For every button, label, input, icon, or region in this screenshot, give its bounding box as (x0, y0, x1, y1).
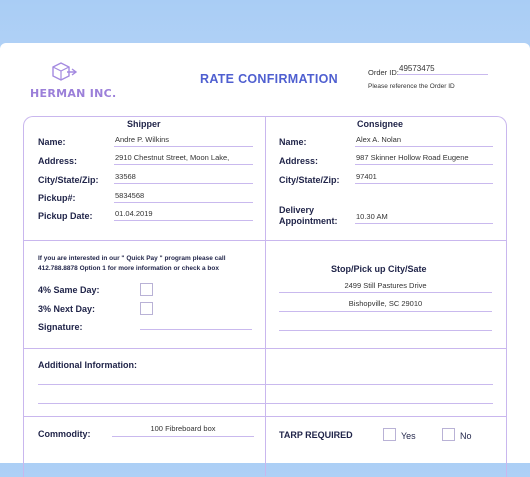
consignee-address-field[interactable]: 987 Skinner Hollow Road Eugene (355, 153, 493, 165)
stop-line-1[interactable]: 2499 Still Pastures Drive (279, 281, 492, 290)
tarp-label: TARP REQUIRED (279, 430, 353, 440)
consignee-title: Consignee (357, 119, 404, 129)
order-id-note: Please reference the Order ID (368, 83, 455, 90)
stop-line-3[interactable] (279, 330, 492, 331)
shipper-pickup-label: Pickup#: (38, 193, 76, 203)
shipper-pickup-field[interactable]: 5834568 (114, 191, 253, 203)
next-day-label: 3% Next Day: (38, 304, 96, 314)
rate-confirmation-sheet: HERMAN INC. RATE CONFIRMATION Order ID: … (0, 43, 530, 477)
appointment-label-line-2: Appointment: (279, 216, 338, 226)
consignee-appointment-field[interactable]: 10.30 AM (355, 212, 493, 224)
commodity-field[interactable]: 100 Fibreboard box (112, 424, 254, 433)
shipper-csz-field[interactable]: 33568 (114, 172, 253, 184)
shipper-title: Shipper (127, 119, 161, 129)
column-divider (265, 117, 266, 476)
quick-pay-info: If you are interested in our " Quick Pay… (38, 255, 226, 272)
additional-info-line-1[interactable] (38, 384, 493, 385)
tarp-yes-label: Yes (401, 431, 416, 441)
signature-field[interactable] (140, 329, 252, 330)
consignee-csz-label: City/State/Zip: (279, 175, 340, 185)
stop-title: Stop/Pick up City/Sate (331, 264, 427, 274)
signature-label: Signature: (38, 322, 83, 332)
same-day-label: 4% Same Day: (38, 285, 100, 295)
shipper-address-field[interactable]: 2910 Chestnut Street, Moon Lake, (114, 153, 253, 165)
shipper-date-label: Pickup Date: (38, 211, 93, 221)
order-id-label: Order ID: (368, 68, 399, 77)
consignee-address-label: Address: (279, 156, 319, 166)
consignee-name-field[interactable]: Alex A. Nolan (355, 135, 493, 147)
shipper-csz-label: City/State/Zip: (38, 175, 99, 185)
commodity-underline (112, 436, 254, 437)
additional-info-label: Additional Information: (38, 360, 137, 370)
tarp-no-label: No (460, 431, 472, 441)
section-divider-1 (24, 240, 506, 241)
stop-line-2[interactable]: Bishopville, SC 29010 (279, 299, 492, 308)
section-divider-2 (24, 348, 506, 349)
order-id-field[interactable]: 49573475 (398, 64, 488, 75)
consignee-appointment-label: Delivery Appointment: (279, 205, 338, 227)
stop-line-1-underline (279, 292, 492, 293)
commodity-label: Commodity: (38, 429, 91, 439)
document-title: RATE CONFIRMATION (200, 72, 338, 86)
cube-logo-icon (52, 62, 78, 81)
stop-line-2-underline (279, 311, 492, 312)
section-divider-3 (24, 416, 506, 417)
appointment-label-line-1: Delivery (279, 205, 315, 215)
tarp-no-checkbox[interactable] (442, 428, 455, 441)
company-name: HERMAN INC. (30, 87, 117, 100)
consignee-name-label: Name: (279, 137, 307, 147)
tarp-yes-checkbox[interactable] (383, 428, 396, 441)
shipper-date-field[interactable]: 01.04.2019 (114, 209, 253, 221)
shipper-name-field[interactable]: Andre P. Wilkins (114, 135, 253, 147)
shipper-name-label: Name: (38, 137, 66, 147)
shipper-address-label: Address: (38, 156, 78, 166)
company-logo: HERMAN INC. (30, 61, 117, 100)
consignee-csz-field[interactable]: 97401 (355, 172, 493, 184)
next-day-checkbox[interactable] (140, 302, 153, 315)
additional-info-line-2[interactable] (38, 403, 493, 404)
same-day-checkbox[interactable] (140, 283, 153, 296)
